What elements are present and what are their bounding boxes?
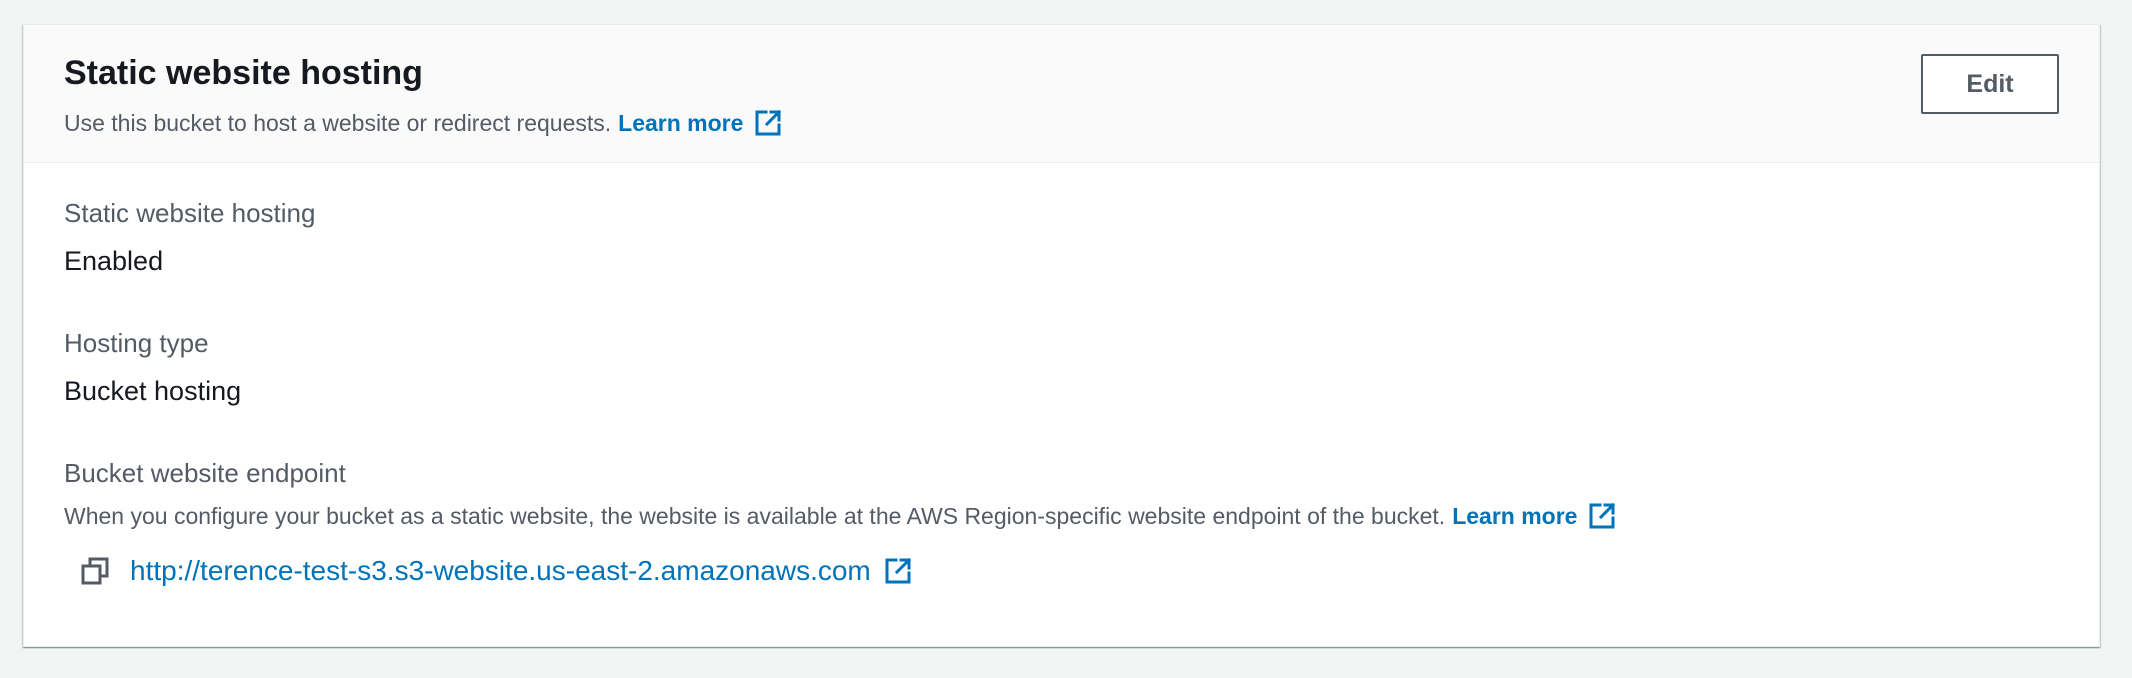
hosting-type-value: Bucket hosting	[64, 375, 242, 406]
external-link-icon	[753, 108, 783, 138]
panel-title: Static website hosting	[64, 54, 423, 92]
external-link-icon	[1587, 501, 1617, 531]
endpoint-url-text: http://terence-test-s3.s3-website.us-eas…	[130, 555, 871, 586]
endpoint-description-text: When you configure your bucket as a stat…	[64, 502, 1446, 529]
panel-description: Use this bucket to host a website or red…	[64, 107, 783, 139]
edit-button[interactable]: Edit	[1921, 54, 2059, 114]
panel-header: Static website hosting Use this bucket t…	[24, 25, 2099, 163]
hosting-type-field: Hosting type Bucket hosting	[64, 327, 241, 409]
hosting-value: Enabled	[64, 245, 164, 276]
endpoint-learn-more-label: Learn more	[1452, 502, 1578, 529]
header-learn-more-link[interactable]: Learn more	[618, 107, 783, 139]
endpoint-field: Bucket website endpoint When you configu…	[64, 457, 1617, 532]
hosting-type-label: Hosting type	[64, 328, 209, 358]
panel-description-text: Use this bucket to host a website or red…	[64, 110, 612, 136]
endpoint-url-link[interactable]: http://terence-test-s3.s3-website.us-eas…	[130, 555, 913, 587]
static-website-hosting-panel: Static website hosting Use this bucket t…	[23, 24, 2100, 647]
endpoint-url-row: http://terence-test-s3.s3-website.us-eas…	[80, 555, 913, 587]
endpoint-label: Bucket website endpoint	[64, 458, 346, 488]
hosting-label: Static website hosting	[64, 198, 316, 228]
endpoint-learn-more-link[interactable]: Learn more	[1452, 500, 1617, 532]
endpoint-description: When you configure your bucket as a stat…	[64, 500, 1617, 532]
header-learn-more-label: Learn more	[618, 110, 744, 136]
copy-icon[interactable]	[80, 556, 110, 586]
hosting-field: Static website hosting Enabled	[64, 197, 315, 279]
external-link-icon	[883, 556, 913, 586]
